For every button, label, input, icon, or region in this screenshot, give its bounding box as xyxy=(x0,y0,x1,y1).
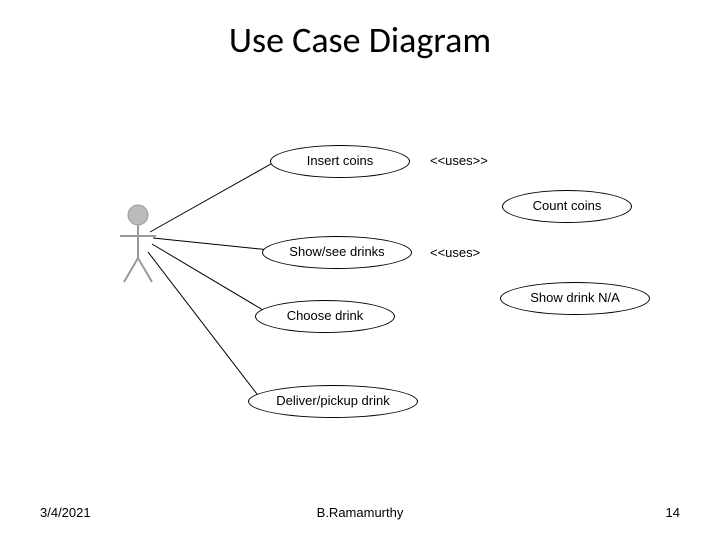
usecase-label: Choose drink xyxy=(287,309,364,323)
usecase-label: Deliver/pickup drink xyxy=(276,394,389,408)
footer-page: 14 xyxy=(666,505,680,520)
usecase-show-see-drinks: Show/see drinks xyxy=(262,236,412,269)
usecase-label: Count coins xyxy=(533,199,602,213)
usecase-deliver-pickup: Deliver/pickup drink xyxy=(248,385,418,418)
diagram-canvas xyxy=(0,0,720,540)
usecase-label: Show/see drinks xyxy=(289,245,384,259)
usecase-choose-drink: Choose drink xyxy=(255,300,395,333)
relation-uses-2: <<uses> xyxy=(430,245,480,260)
usecase-insert-coins: Insert coins xyxy=(270,145,410,178)
usecase-label: Insert coins xyxy=(307,154,373,168)
usecase-show-drink-na: Show drink N/A xyxy=(500,282,650,315)
usecase-label: Show drink N/A xyxy=(530,291,620,305)
footer-author: B.Ramamurthy xyxy=(317,505,404,520)
actor-icon xyxy=(120,205,156,282)
footer-date: 3/4/2021 xyxy=(40,505,91,520)
relation-uses-1: <<uses>> xyxy=(430,153,488,168)
usecase-count-coins: Count coins xyxy=(502,190,632,223)
